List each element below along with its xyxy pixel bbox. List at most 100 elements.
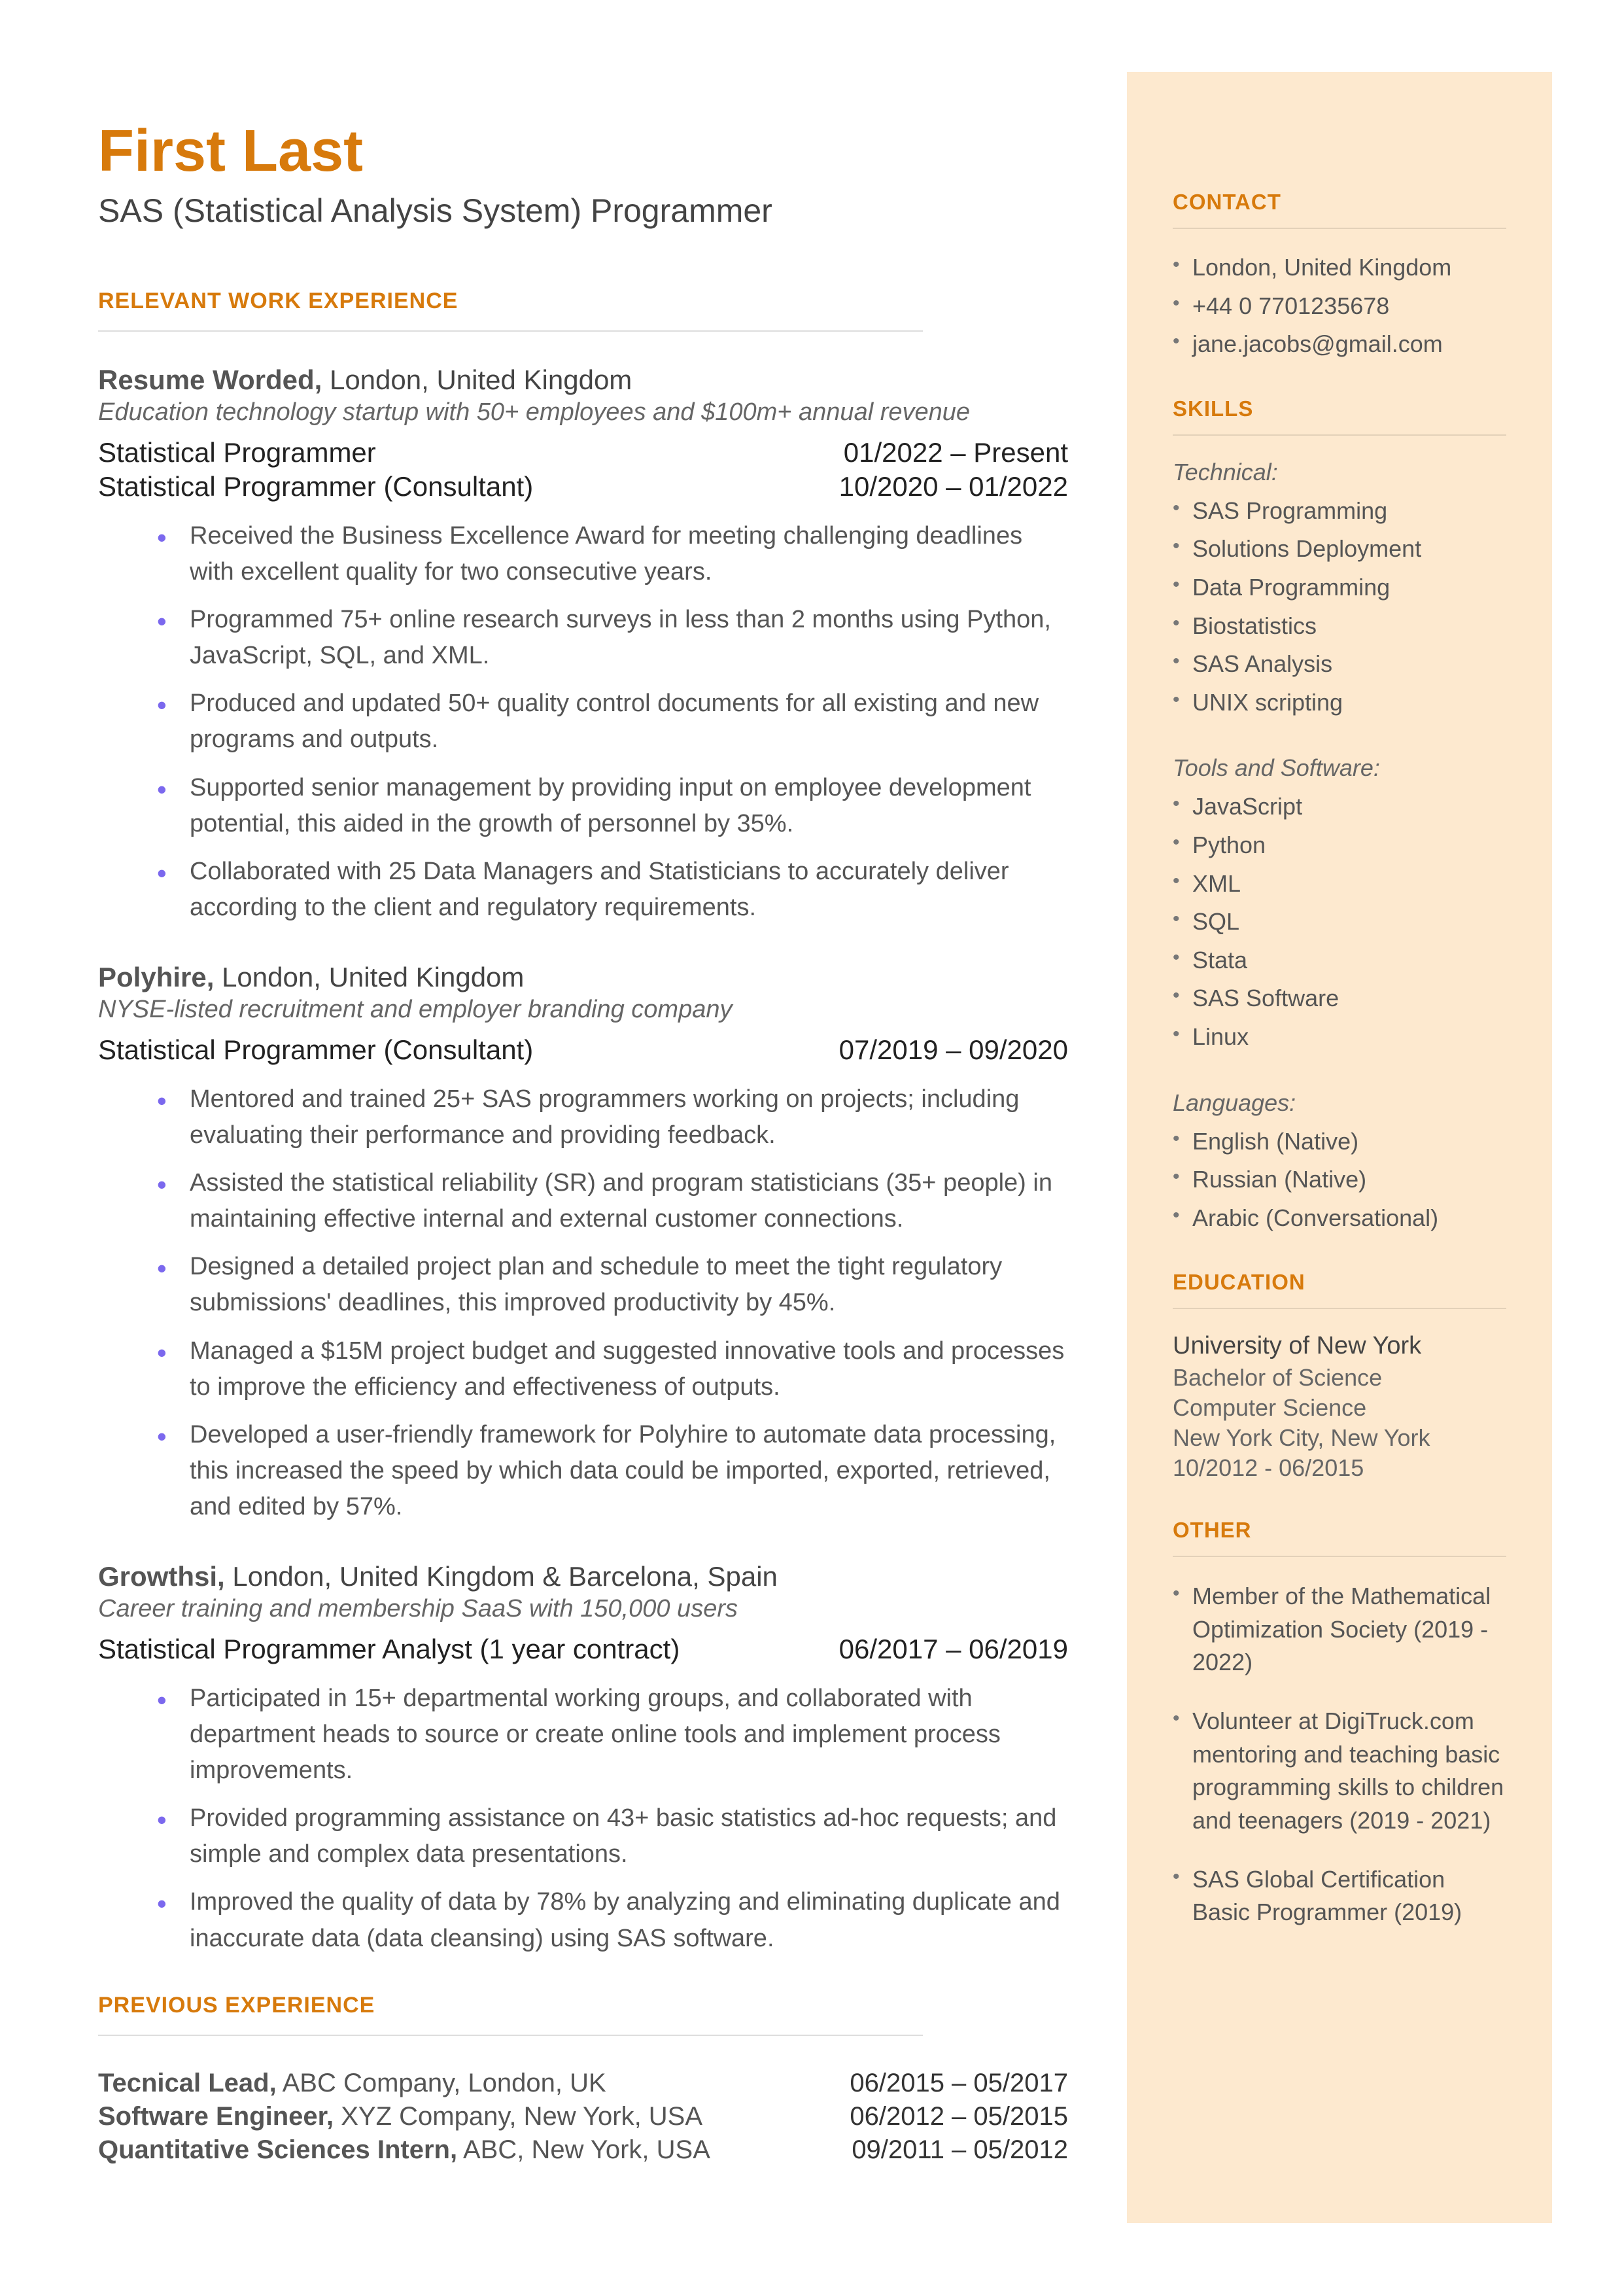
role-row: Statistical Programmer 01/2022 – Present (98, 437, 1068, 468)
job-bullet: Supported senior management by providing… (157, 770, 1068, 842)
job-bullet: Produced and updated 50+ quality control… (157, 686, 1068, 758)
role-title: Statistical Programmer (Consultant) (98, 471, 533, 502)
previous-title: Quantitative Sciences Intern, (98, 2135, 457, 2164)
role-title: Statistical Programmer (98, 437, 376, 468)
education-heading: EDUCATION (1173, 1270, 1506, 1295)
language-item: English (Native) (1173, 1126, 1506, 1158)
previous-title: Tecnical Lead, (98, 2069, 277, 2097)
company-desc: Education technology startup with 50+ em… (98, 398, 1068, 427)
job-bullet: Participated in 15+ departmental working… (157, 1681, 1068, 1789)
applicant-name: First Last (98, 118, 1068, 185)
language-item: Arabic (Conversational) (1173, 1202, 1506, 1235)
job-bullets: Received the Business Excellence Award f… (157, 518, 1068, 926)
technical-skill-item: UNIX scripting (1173, 687, 1506, 719)
applicant-title: SAS (Statistical Analysis System) Progra… (98, 192, 1068, 230)
divider (1173, 1556, 1506, 1557)
divider (1173, 1308, 1506, 1309)
job-bullet: Designed a detailed project plan and sch… (157, 1249, 1068, 1321)
tool-item: Stata (1173, 945, 1506, 977)
resume-page: First Last SAS (Statistical Analysis Sys… (0, 0, 1624, 2295)
job-block: Growthsi, London, United Kingdom & Barce… (98, 1561, 1068, 1957)
technical-label: Technical: (1173, 459, 1506, 486)
previous-container: Tecnical Lead, ABC Company, London, UK 06… (98, 2069, 1068, 2165)
tools-label: Tools and Software: (1173, 754, 1506, 782)
jobs-container: Resume Worded, London, United KingdomEdu… (98, 364, 1068, 1957)
previous-row: Software Engineer, XYZ Company, New York… (98, 2102, 1068, 2131)
company-name: Growthsi, (98, 1561, 225, 1592)
education-degree: Bachelor of Science (1173, 1364, 1506, 1392)
previous-experience-heading: PREVIOUS EXPERIENCE (98, 1993, 1068, 2018)
technical-skill-item: SAS Analysis (1173, 648, 1506, 680)
previous-left: Tecnical Lead, ABC Company, London, UK (98, 2069, 606, 2098)
education-location: New York City, New York (1173, 1424, 1506, 1452)
technical-list: SAS Programming Solutions Deployment Data … (1173, 495, 1506, 719)
contact-item: London, United Kingdom (1173, 252, 1506, 284)
tool-item: SQL (1173, 906, 1506, 938)
education-major: Computer Science (1173, 1394, 1506, 1422)
previous-dates: 06/2015 – 05/2017 (850, 2069, 1068, 2098)
other-heading: OTHER (1173, 1518, 1506, 1543)
contact-item: +44 0 7701235678 (1173, 290, 1506, 323)
previous-dates: 09/2011 – 05/2012 (852, 2135, 1068, 2165)
work-experience-heading: RELEVANT WORK EXPERIENCE (98, 289, 1068, 314)
other-item: SAS Global Certification Basic Programme… (1173, 1863, 1506, 1929)
contact-heading: CONTACT (1173, 190, 1506, 215)
languages-list: English (Native) Russian (Native) Arabic (… (1173, 1126, 1506, 1235)
technical-skill-item: SAS Programming (1173, 495, 1506, 527)
role-row: Statistical Programmer (Consultant)10/20… (98, 471, 1068, 502)
previous-row: Tecnical Lead, ABC Company, London, UK 06… (98, 2069, 1068, 2098)
contact-item: jane.jacobs@gmail.com (1173, 328, 1506, 360)
role-row: Statistical Programmer (Consultant)07/20… (98, 1034, 1068, 1066)
job-bullet: Assisted the statistical reliability (SR… (157, 1165, 1068, 1237)
previous-dates: 06/2012 – 05/2015 (850, 2102, 1068, 2131)
job-bullet: Mentored and trained 25+ SAS programmers… (157, 1081, 1068, 1153)
languages-label: Languages: (1173, 1089, 1506, 1117)
contact-list: London, United Kingdom +44 0 7701235678 ja… (1173, 252, 1506, 360)
job-bullet: Collaborated with 25 Data Managers and S… (157, 854, 1068, 926)
role-title: Statistical Programmer Analyst (1 year c… (98, 1634, 680, 1665)
tool-item: JavaScript (1173, 791, 1506, 823)
previous-rest: XYZ Company, New York, USA (334, 2102, 702, 2131)
role-dates: 07/2019 – 09/2020 (839, 1034, 1068, 1066)
education-dates: 10/2012 - 06/2015 (1173, 1454, 1506, 1482)
job-bullet: Improved the quality of data by 78% by a… (157, 1884, 1068, 1956)
main-column: First Last SAS (Statistical Analysis Sys… (0, 0, 1127, 2295)
tool-item: SAS Software (1173, 983, 1506, 1015)
tools-list: JavaScriptPythonXMLSQLStataSAS SoftwareL… (1173, 791, 1506, 1053)
job-bullet: Received the Business Excellence Award f… (157, 518, 1068, 590)
company-name: Polyhire, (98, 962, 214, 992)
other-list: Member of the Mathematical Optimization … (1173, 1580, 1506, 1929)
divider (1173, 228, 1506, 229)
technical-skill-item: Solutions Deployment (1173, 533, 1506, 565)
skills-heading: SKILLS (1173, 396, 1506, 421)
technical-skill-item: Data Programming (1173, 572, 1506, 604)
job-bullets: Participated in 15+ departmental working… (157, 1681, 1068, 1957)
tool-item: XML (1173, 868, 1506, 900)
tool-item: Linux (1173, 1021, 1506, 1053)
company-line: Resume Worded, London, United Kingdom (98, 364, 1068, 396)
technical-skill-item: Biostatistics (1173, 610, 1506, 642)
previous-rest: ABC Company, London, UK (277, 2069, 606, 2097)
language-item: Russian (Native) (1173, 1164, 1506, 1196)
divider (98, 2035, 923, 2036)
company-line: Polyhire, London, United Kingdom (98, 962, 1068, 993)
company-desc: NYSE-listed recruitment and employer bra… (98, 996, 1068, 1024)
other-item: Volunteer at DigiTruck.com mentoring and… (1173, 1705, 1506, 1837)
other-item: Member of the Mathematical Optimization … (1173, 1580, 1506, 1679)
company-location: London, United Kingdom (322, 364, 632, 395)
company-desc: Career training and membership SaaS with… (98, 1595, 1068, 1623)
company-name: Resume Worded, (98, 364, 322, 395)
previous-left: Quantitative Sciences Intern, ABC, New Y… (98, 2135, 710, 2165)
education-school: University of New York (1173, 1332, 1506, 1360)
job-block: Polyhire, London, United Kingdom NYSE-lis… (98, 962, 1068, 1525)
job-bullets: Mentored and trained 25+ SAS programmers… (157, 1081, 1068, 1525)
role-dates: 01/2022 – Present (844, 437, 1068, 468)
company-location: London, United Kingdom & Barcelona, Spai… (225, 1561, 778, 1592)
previous-title: Software Engineer, (98, 2102, 334, 2131)
role-row: Statistical Programmer Analyst (1 year c… (98, 1634, 1068, 1665)
sidebar: CONTACT London, United Kingdom +44 0 7701… (1127, 72, 1552, 2223)
job-block: Resume Worded, London, United KingdomEdu… (98, 364, 1068, 926)
previous-row: Quantitative Sciences Intern, ABC, New Y… (98, 2135, 1068, 2165)
previous-rest: ABC, New York, USA (457, 2135, 710, 2164)
education-block: University of New York Bachelor of Scien… (1173, 1332, 1506, 1482)
